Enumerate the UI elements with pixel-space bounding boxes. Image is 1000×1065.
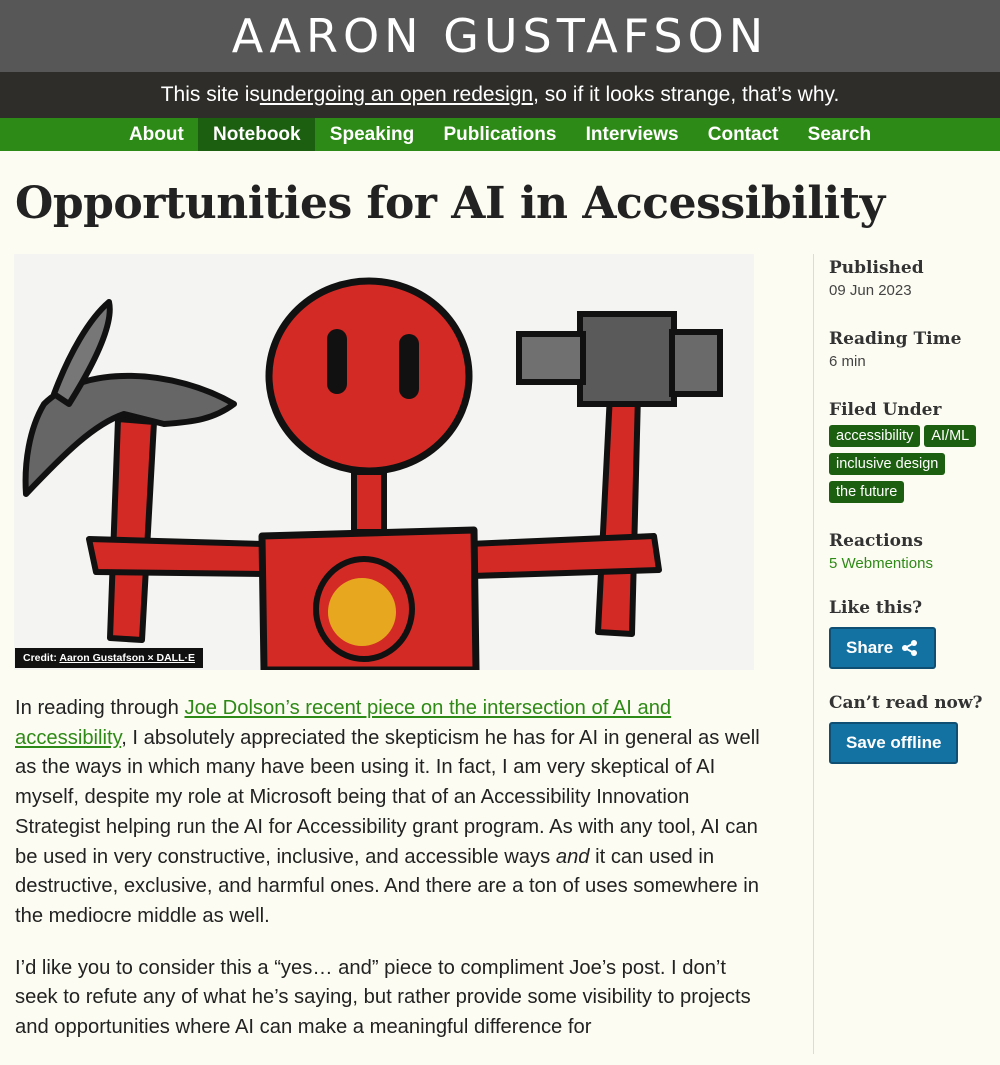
credit-label: Credit: (23, 652, 57, 664)
nav-about[interactable]: About (114, 118, 198, 151)
notice-suffix: , so if it looks strange, that’s why. (533, 83, 840, 106)
sidebar-divider (813, 254, 814, 1054)
site-header: AARON GUSTAFSON This site is undergoing … (0, 0, 1000, 151)
nav-search[interactable]: Search (793, 118, 886, 151)
like-block: Like this? Share (829, 598, 999, 669)
published-label: Published (829, 258, 924, 278)
nav-interviews[interactable]: Interviews (571, 118, 693, 151)
nav-contact[interactable]: Contact (693, 118, 793, 151)
cant-read-label: Can’t read now? (829, 693, 983, 713)
save-offline-button[interactable]: Save offline (829, 722, 959, 764)
reactions-value: 5 Webmentions (829, 555, 999, 572)
like-label: Like this? (829, 598, 923, 618)
p1-emphasis: and (555, 845, 590, 868)
tag-the-future[interactable]: the future (829, 481, 905, 503)
site-title-link[interactable]: AARON GUSTAFSON (232, 9, 768, 63)
filed-under-label: Filed Under (829, 400, 942, 420)
tag-list: accessibility AI/ML inclusive design the… (829, 425, 999, 503)
published-date: 09 Jun 2023 (829, 282, 912, 299)
nav-publications[interactable]: Publications (429, 118, 571, 151)
page-title: Opportunities for AI in Accessibility (15, 178, 885, 229)
save-block: Can’t read now? Save offline (829, 693, 999, 764)
image-credit: Credit: Aaron Gustafson × DALL·E (15, 648, 204, 668)
reading-time-value: 6 min (829, 353, 866, 370)
paragraph-2: I’d like you to consider this a “yes… an… (15, 956, 751, 1039)
nav-notebook[interactable]: Notebook (198, 118, 316, 151)
credit-link[interactable]: Aaron Gustafson × DALL·E (59, 652, 195, 664)
nav-speaking[interactable]: Speaking (315, 118, 429, 151)
redesign-notice: This site is undergoing an open redesign… (0, 72, 1000, 118)
filed-under-block: Filed Under accessibility AI/ML inclusiv… (829, 400, 999, 503)
article-body: In reading through Joe Dolson’s recent p… (15, 694, 765, 1065)
paragraph-1: In reading through Joe Dolson’s recent p… (15, 694, 765, 932)
reading-time-block: Reading Time 6 min (829, 329, 999, 370)
article-meta-sidebar: Published 09 Jun 2023 Reading Time 6 min… (829, 258, 999, 764)
share-icon (902, 640, 918, 656)
robot-illustration (14, 254, 754, 670)
reactions-block: Reactions 5 Webmentions (829, 531, 999, 572)
tag-ai-ml[interactable]: AI/ML (924, 425, 977, 447)
p1-intro: In reading through (15, 697, 185, 719)
main-nav: About Notebook Speaking Publications Int… (0, 118, 1000, 151)
share-button[interactable]: Share (829, 627, 937, 669)
tag-inclusive-design[interactable]: inclusive design (829, 453, 946, 475)
webmentions-link[interactable]: 5 Webmentions (829, 555, 933, 572)
save-offline-label: Save offline (846, 733, 942, 752)
published-block: Published 09 Jun 2023 (829, 258, 999, 299)
notice-prefix: This site is (160, 83, 260, 106)
masthead: AARON GUSTAFSON (0, 0, 1000, 72)
tag-accessibility[interactable]: accessibility (829, 425, 921, 447)
hero-image: Credit: Aaron Gustafson × DALL·E (14, 254, 754, 670)
reactions-label: Reactions (829, 531, 923, 551)
share-button-label: Share (846, 638, 894, 657)
redesign-link[interactable]: undergoing an open redesign (260, 83, 533, 107)
reading-time-label: Reading Time (829, 329, 962, 349)
